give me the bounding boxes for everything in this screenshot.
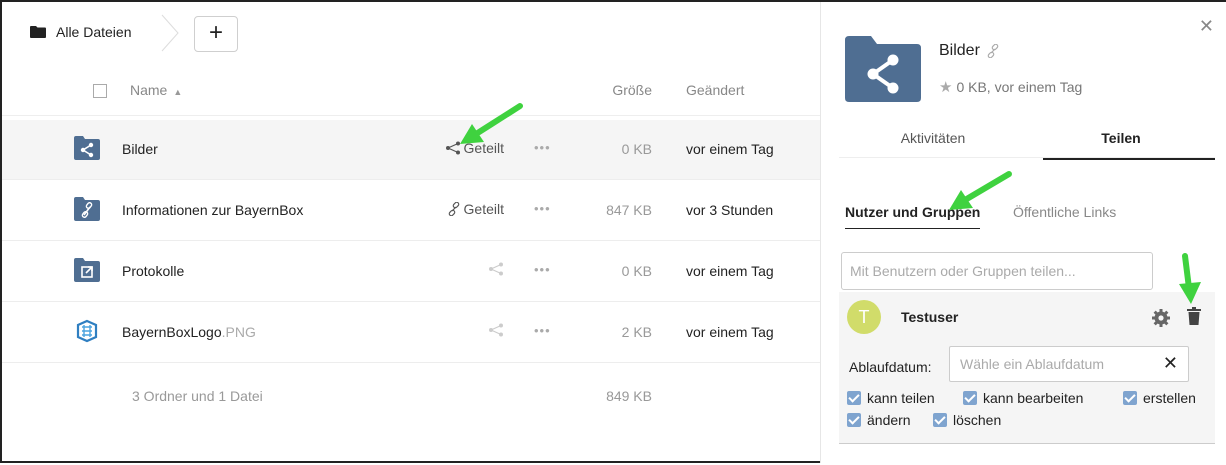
file-modified: vor einem Tag (686, 324, 774, 340)
highlight-arrow-icon (1179, 253, 1201, 304)
checkbox-checked[interactable] (963, 391, 977, 405)
file-name-text: BayernBoxLogo (122, 324, 222, 340)
file-modified: vor 3 Stunden (686, 202, 774, 218)
sidebar-meta-text: 0 KB, vor einem Tag (956, 79, 1083, 95)
breadcrumb-label: Alle Dateien (56, 24, 132, 40)
avatar: T (847, 300, 881, 334)
link-icon (448, 202, 459, 216)
link-icon[interactable] (986, 44, 1000, 58)
modified-column-header[interactable]: Geändert (686, 82, 744, 98)
tab-activities[interactable]: Aktivitäten (839, 130, 1027, 146)
file-name[interactable]: Bilder (122, 141, 158, 157)
folder-icon (30, 26, 46, 38)
sidebar-meta: ★ 0 KB, vor einem Tag (939, 78, 1082, 96)
file-size: 847 KB (606, 202, 652, 218)
sidebar-tabs: Aktivitäten Teilen (839, 122, 1215, 160)
clear-expiry-icon[interactable]: ✕ (1163, 353, 1178, 374)
sort-ascending-icon: ▲ (173, 87, 183, 97)
select-all-checkbox[interactable] (93, 84, 107, 98)
permission-can-edit[interactable]: kann bearbeiten (963, 390, 1083, 406)
file-size: 0 KB (621, 141, 652, 157)
file-row[interactable]: Bilder Geteilt ••• 0 KB vor einem Tag (2, 120, 820, 180)
name-column-header[interactable]: Name ▲ (130, 82, 182, 98)
file-row[interactable]: Protokolle ••• 0 KB vor einem Tag (2, 242, 820, 302)
file-list-panel: Alle Dateien + Name ▲ Größe Geändert Bild… (2, 2, 820, 465)
trash-icon[interactable] (1187, 307, 1201, 325)
file-row[interactable]: BayernBoxLogo.PNG ••• 2 KB vor einem Tag (2, 303, 820, 363)
link-folder-icon (74, 197, 100, 221)
external-folder-icon (74, 258, 100, 282)
close-icon[interactable]: ✕ (1199, 16, 1214, 37)
tab-sharing[interactable]: Teilen (1027, 130, 1215, 160)
permission-can-share[interactable]: kann teilen (847, 390, 935, 406)
permission-label: erstellen (1143, 390, 1196, 406)
star-icon[interactable]: ★ (939, 78, 952, 96)
image-file-icon (76, 319, 98, 343)
file-size: 0 KB (621, 263, 652, 279)
checkbox-checked[interactable] (847, 413, 861, 427)
permission-create[interactable]: erstellen (1123, 390, 1196, 406)
permission-label: löschen (953, 412, 1002, 428)
file-name-text: Protokolle (122, 263, 185, 279)
permission-delete[interactable]: löschen (933, 412, 1001, 428)
sidebar-title: Bilder (939, 42, 1000, 60)
file-modified: vor einem Tag (686, 263, 774, 279)
file-name[interactable]: BayernBoxLogo.PNG (122, 324, 256, 340)
gear-icon[interactable] (1151, 308, 1171, 328)
details-sidebar: ✕ Bilder ★ 0 KB, vor einem Tag Aktivität… (820, 2, 1226, 463)
permission-label: kann teilen (867, 390, 935, 406)
table-header: Name ▲ Größe Geändert (2, 66, 820, 116)
share-icon (489, 262, 503, 276)
highlight-arrow-icon (460, 103, 523, 144)
add-button[interactable]: + (194, 16, 238, 52)
more-actions-icon[interactable]: ••• (534, 140, 551, 155)
share-with-input[interactable] (841, 252, 1153, 290)
summary-size: 849 KB (606, 388, 652, 404)
share-user-name: Testuser (901, 309, 959, 325)
highlight-arrow-icon (949, 171, 1012, 210)
app-window: Alle Dateien + Name ▲ Größe Geändert Bild… (0, 0, 1226, 463)
share-entry: T Testuser Ablaufdatum: ✕ (839, 292, 1215, 444)
checkbox-checked[interactable] (1123, 391, 1137, 405)
more-actions-icon[interactable]: ••• (534, 323, 551, 338)
file-modified: vor einem Tag (686, 141, 774, 157)
sidebar-title-text: Bilder (939, 42, 980, 59)
share-icon (489, 323, 503, 337)
summary-text: 3 Ordner und 1 Datei (132, 388, 263, 404)
shared-folder-icon (845, 36, 921, 102)
share-status: Geteilt (463, 201, 504, 217)
file-size: 2 KB (621, 324, 652, 340)
breadcrumb[interactable]: Alle Dateien (30, 24, 132, 40)
share-action[interactable] (422, 323, 504, 337)
expiry-date-input[interactable] (950, 347, 1150, 381)
expiry-date-field: ✕ (949, 346, 1189, 382)
size-column-header[interactable]: Größe (562, 82, 652, 98)
file-row[interactable]: Informationen zur BayernBox Geteilt ••• … (2, 181, 820, 241)
more-actions-icon[interactable]: ••• (534, 262, 551, 277)
file-name-text: Informationen zur BayernBox (122, 202, 304, 218)
file-summary: 3 Ordner und 1 Datei 849 KB (2, 364, 820, 424)
shared-folder-icon (74, 136, 100, 160)
checkbox-checked[interactable] (847, 391, 861, 405)
more-actions-icon[interactable]: ••• (534, 201, 551, 216)
file-name[interactable]: Protokolle (122, 263, 184, 279)
file-name[interactable]: Informationen zur BayernBox (122, 202, 303, 218)
name-header-label: Name (130, 82, 168, 98)
file-extension: .PNG (221, 324, 256, 340)
checkbox-checked[interactable] (933, 413, 947, 427)
share-action[interactable]: Geteilt (422, 201, 504, 217)
share-action[interactable] (422, 262, 504, 276)
breadcrumb-separator (161, 14, 179, 52)
tab-public-links[interactable]: Öffentliche Links (1013, 204, 1116, 220)
file-name-text: Bilder (122, 141, 158, 157)
expiry-label: Ablaufdatum: (849, 359, 932, 375)
permission-label: ändern (867, 412, 911, 428)
permission-change[interactable]: ändern (847, 412, 911, 428)
top-bar: Alle Dateien + (2, 2, 820, 62)
permission-label: kann bearbeiten (983, 390, 1084, 406)
